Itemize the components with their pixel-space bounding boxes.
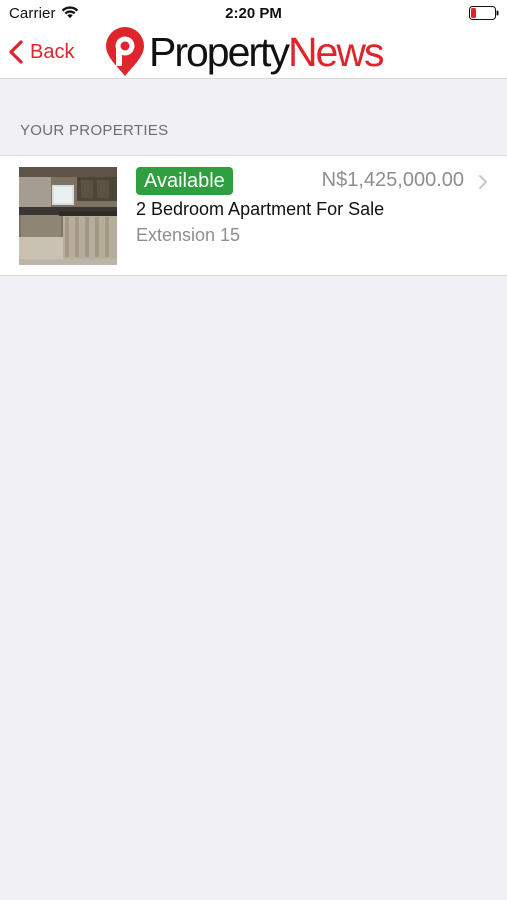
kitchen-interior-photo [19,167,117,265]
property-title: 2 Bedroom Apartment For Sale [136,199,385,219]
battery-icon [469,6,499,20]
nav-bar: Back PropertyNews [0,26,507,79]
property-thumbnail [19,167,117,265]
property-location: Extension 15 [136,225,241,245]
clock: 2:20 PM [225,5,282,22]
map-pin-logo-icon [106,27,144,76]
back-button[interactable]: Back [8,36,84,68]
back-label: Back [30,40,75,63]
property-list: Available N$1,425,000.00 2 Bedroom Apart… [0,155,507,276]
status-badge: Available [136,167,233,195]
status-bar: Carrier 2:20 PM [0,0,507,26]
chevron-right-icon [479,175,487,189]
property-news-logo: PropertyNews [104,26,416,78]
back-chevron-icon [9,40,23,64]
logo-word-property: Property [149,29,290,75]
screen: Carrier 2:20 PM Back PropertyNews YOUR P… [0,0,507,900]
section-header: YOUR PROPERTIES [20,122,169,139]
logo-word-news: News [287,29,385,75]
property-price: N$1,425,000.00 [321,169,464,191]
logo-wordmark: PropertyNews [149,29,385,75]
property-list-item[interactable]: Available N$1,425,000.00 2 Bedroom Apart… [0,156,507,275]
